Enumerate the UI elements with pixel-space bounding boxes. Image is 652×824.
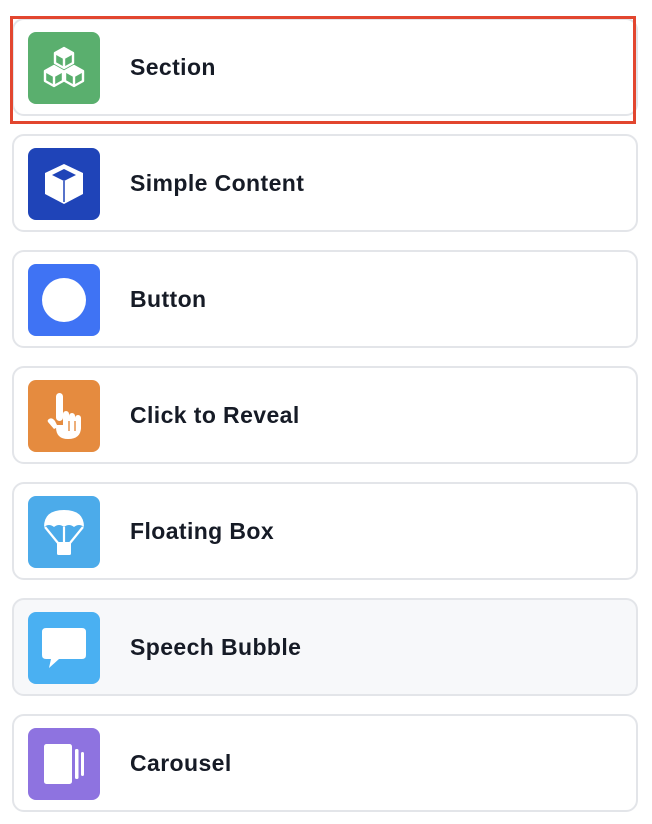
block-button[interactable]: Button [12, 250, 638, 348]
block-carousel[interactable]: Carousel [12, 714, 638, 812]
circle-icon [41, 277, 87, 323]
block-speech-bubble[interactable]: Speech Bubble [12, 598, 638, 696]
carousel-tile [28, 728, 100, 800]
block-label: Floating Box [130, 518, 275, 544]
click-to-reveal-tile [28, 380, 100, 452]
carousel-icon [40, 741, 88, 787]
block-label: Button [130, 286, 207, 312]
block-label: Carousel [130, 750, 232, 776]
block-label: Click to Reveal [130, 402, 300, 428]
block-label: Simple Content [130, 170, 305, 196]
block-floating-box[interactable]: Floating Box [12, 482, 638, 580]
simple-content-tile [28, 148, 100, 220]
speech-bubble-tile [28, 612, 100, 684]
block-section[interactable]: Section [12, 18, 638, 116]
cubes-icon [39, 43, 89, 93]
block-click-to-reveal[interactable]: Click to Reveal [12, 366, 638, 464]
speech-bubble-icon [40, 625, 88, 671]
section-tile [28, 32, 100, 104]
button-tile [28, 264, 100, 336]
parachute-icon [41, 507, 87, 557]
block-label: Speech Bubble [130, 634, 302, 660]
pointing-hand-icon [41, 391, 87, 441]
box-icon [41, 161, 87, 207]
floating-box-tile [28, 496, 100, 568]
block-label: Section [130, 54, 216, 80]
block-simple-content[interactable]: Simple Content [12, 134, 638, 232]
